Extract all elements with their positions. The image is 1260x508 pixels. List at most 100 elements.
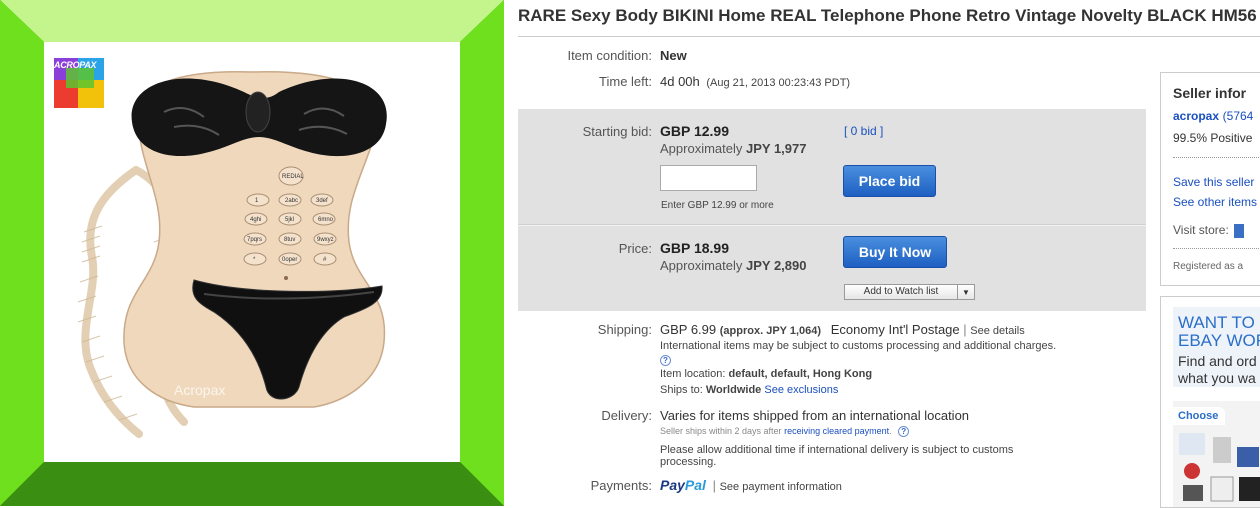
visit-store: Visit store: [1173, 223, 1245, 238]
frame-right-bevel [460, 0, 504, 506]
ad-product-grid[interactable]: Choose [1173, 401, 1260, 507]
svg-text:5jkl: 5jkl [285, 217, 294, 223]
image-watermark: Acropax [174, 382, 226, 398]
seller-divider [1173, 248, 1260, 249]
other-items-link[interactable]: See other items [1173, 195, 1257, 209]
product-image[interactable]: REDIAL 1 2abc 3def 4ghi 5jkl 6mno 7pqrs 8tuv 9… [44, 42, 460, 462]
ad-products-image [1179, 433, 1260, 502]
visit-store-label: Visit store: [1173, 223, 1229, 237]
shipping-approx: (approx. JPY 1,064) [719, 325, 822, 337]
paypal-logo: PayPal [660, 477, 706, 493]
shipping-separator: | [963, 322, 967, 337]
svg-text:9wxyz: 9wxyz [317, 237, 334, 243]
price-label: Price: [618, 241, 652, 256]
buy-now-price: GBP 18.99 [660, 240, 730, 256]
seller-name-link[interactable]: acropax [1173, 109, 1219, 123]
delivery-label: Delivery: [601, 408, 652, 423]
payments-label: Payments: [590, 478, 652, 493]
item-title: RARE Sexy Body BIKINI Home REAL Telephon… [518, 6, 1257, 25]
chevron-down-icon[interactable]: ▼ [958, 288, 974, 297]
ad-line4: what you wa [1178, 370, 1256, 386]
approx-prefix: Approximately [660, 258, 743, 273]
svg-text:7pqrs: 7pqrs [247, 237, 262, 243]
approx-value: JPY 2,890 [746, 258, 807, 273]
customs-note: International items may be subject to cu… [660, 340, 1057, 352]
time-left-label: Time left: [599, 74, 652, 89]
ad-banner[interactable]: WANT TO B EBAY WOR Find and ord what you… [1173, 307, 1260, 387]
time-left-value: 4d 00h [660, 74, 700, 89]
starting-bid-approx: Approximately JPY 1,977 [660, 141, 806, 156]
buy-now-approx: Approximately JPY 2,890 [660, 258, 806, 273]
navel [284, 276, 288, 280]
watch-label[interactable]: Add to Watch list [845, 285, 958, 299]
svg-text:6mno: 6mno [318, 217, 334, 223]
promo-ad[interactable]: WANT TO B EBAY WOR Find and ord what you… [1160, 296, 1260, 508]
shipping-details-link[interactable]: See details [970, 325, 1024, 337]
see-exclusions-link[interactable]: See exclusions [764, 384, 838, 396]
seller-heading: Seller infor [1173, 85, 1247, 101]
frame-top-bevel [0, 0, 504, 42]
ad-line2: EBAY WOR [1178, 331, 1260, 350]
ad-line1: WANT TO B [1178, 313, 1260, 332]
time-left: 4d 00h (Aug 21, 2013 00:23:43 PDT) [660, 74, 850, 89]
seller-feedback-link[interactable]: (5764 [1223, 109, 1254, 123]
buy-it-now-button[interactable]: Buy It Now [843, 236, 947, 268]
delivery-note-line1: Please allow additional time if internat… [660, 444, 1014, 456]
returns-label-cut [518, 500, 652, 508]
payments-separator: | [712, 478, 716, 493]
bid-amount-input[interactable] [660, 165, 757, 191]
svg-text:0oper: 0oper [282, 257, 297, 263]
shipping-line: GBP 6.99 (approx. JPY 1,064) Economy Int… [660, 322, 1025, 337]
ships-to: Ships to: Worldwide See exclusions [660, 384, 838, 396]
item-location-value: default, default, Hong Kong [728, 368, 873, 380]
svg-text:3def: 3def [316, 198, 328, 204]
listing-page: REDIAL 1 2abc 3def 4ghi 5jkl 6mno 7pqrs 8tuv 9… [0, 0, 1260, 508]
add-to-watch-list-button[interactable]: Add to Watch list ▼ [844, 284, 975, 300]
seller-info-panel: Seller infor acropax (5764 99.5% Positiv… [1160, 72, 1260, 286]
bikini-knot [245, 91, 271, 133]
payments-line: PayPal | See payment information [660, 477, 842, 493]
frame-bottom-bevel [0, 462, 504, 506]
item-location: Item location: default, default, Hong Ko… [660, 368, 872, 380]
seller-divider [1173, 157, 1260, 158]
store-icon[interactable] [1234, 223, 1245, 238]
svg-text:4ghi: 4ghi [250, 217, 261, 223]
svg-text:REDIAL: REDIAL [282, 174, 304, 180]
shipping-label: Shipping: [597, 322, 652, 337]
save-seller-link[interactable]: Save this seller [1173, 175, 1254, 189]
time-left-end: (Aug 21, 2013 00:23:43 PDT) [706, 77, 851, 89]
condition-value: New [660, 48, 687, 63]
title-divider [518, 36, 1260, 37]
purchase-box-divider-highlight [518, 225, 1146, 226]
delivery-value: Varies for items shipped from an interna… [660, 408, 970, 423]
svg-text:8tuv: 8tuv [284, 237, 295, 243]
seller-name-line: acropax (5764 [1173, 108, 1253, 123]
payment-info-link[interactable]: See payment information [720, 481, 842, 493]
condition-label: Item condition: [567, 48, 652, 63]
handling-suffix: . [889, 426, 892, 436]
approx-value: JPY 1,977 [746, 141, 807, 156]
shipping-cost: GBP 6.99 [660, 322, 717, 337]
frame-left-bevel [0, 0, 44, 506]
ad-line3: Find and ord [1178, 353, 1257, 369]
ships-to-label: Ships to: [660, 384, 703, 396]
starting-bid-price: GBP 12.99 [660, 123, 730, 139]
customs-help[interactable]: ? [660, 352, 671, 367]
help-icon[interactable]: ? [898, 426, 910, 438]
purchase-box [518, 109, 1146, 311]
phone-illustration: REDIAL 1 2abc 3def 4ghi 5jkl 6mno 7pqrs 8tuv 9… [54, 58, 387, 438]
starting-bid-label: Starting bid: [582, 124, 652, 139]
delivery-note-line2: processing. [660, 456, 717, 468]
place-bid-button[interactable]: Place bid [843, 165, 936, 197]
svg-text:2abc: 2abc [285, 198, 298, 204]
ships-to-value: Worldwide [705, 384, 762, 396]
handling-note: Seller ships within 2 days after receivi… [660, 426, 910, 438]
approx-prefix: Approximately [660, 141, 743, 156]
help-icon[interactable]: ? [660, 355, 671, 367]
shipping-service: Economy Int'l Postage [830, 322, 960, 337]
ad-choose-tab[interactable]: Choose [1173, 407, 1225, 425]
cleared-payment-link[interactable]: receiving cleared payment [784, 426, 889, 436]
bid-count-link[interactable]: [ 0 bid ] [844, 124, 883, 138]
logo-text: ACROPAX [54, 60, 97, 70]
product-image-frame[interactable]: REDIAL 1 2abc 3def 4ghi 5jkl 6mno 7pqrs 8tuv 9… [0, 0, 504, 508]
